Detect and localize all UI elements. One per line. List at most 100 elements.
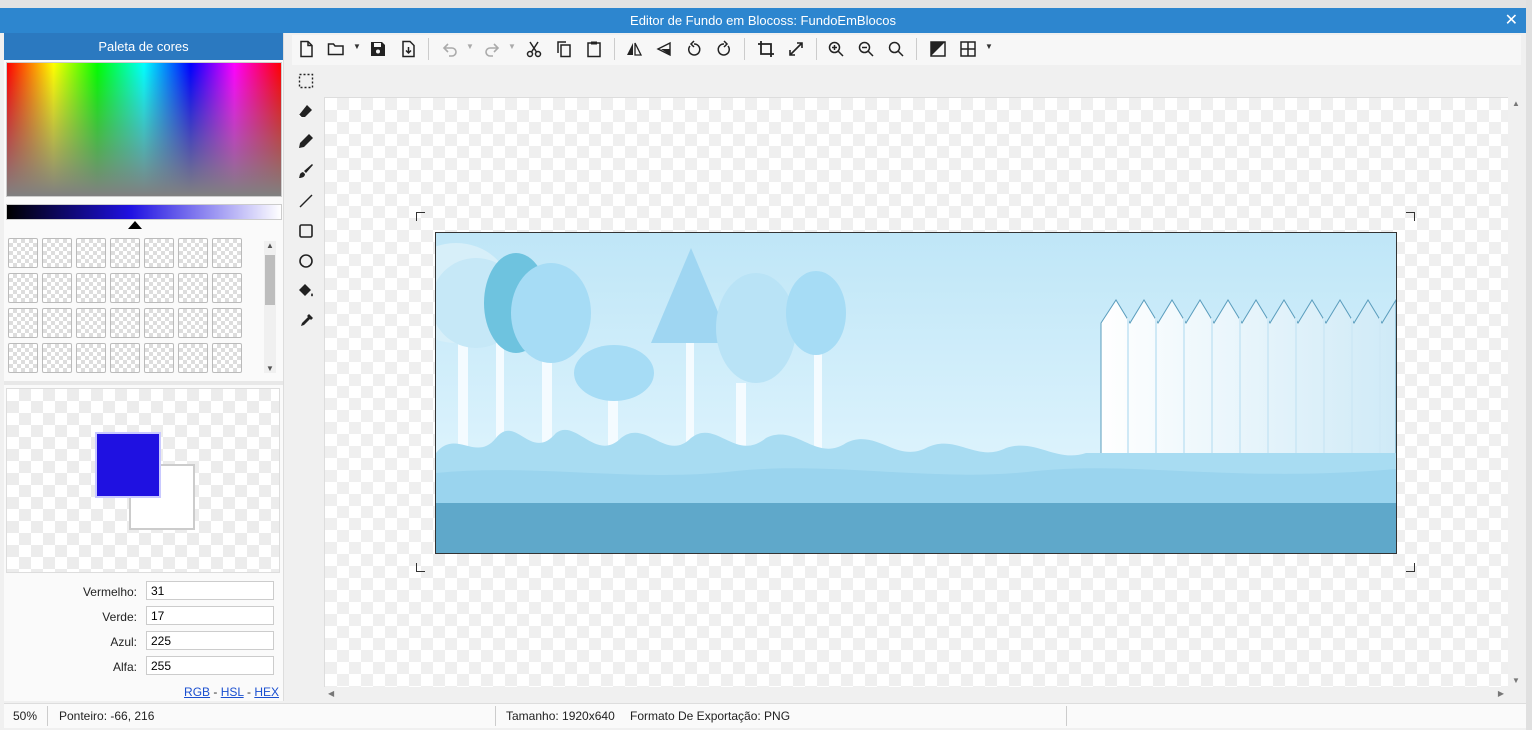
swatch[interactable]	[42, 238, 72, 268]
swatch[interactable]	[8, 238, 38, 268]
selection-corner[interactable]	[416, 212, 425, 221]
canvas-horizontal-scrollbar[interactable]: ◀ ▶	[324, 687, 1508, 701]
swatch[interactable]	[42, 308, 72, 338]
scroll-up-icon[interactable]: ▲	[264, 241, 276, 250]
color-spectrum[interactable]	[6, 62, 282, 197]
swatch[interactable]	[144, 343, 174, 373]
selection-corner[interactable]	[1406, 212, 1415, 221]
fill-bucket-icon[interactable]	[292, 277, 320, 305]
swatch[interactable]	[76, 273, 106, 303]
paste-icon[interactable]	[580, 35, 608, 63]
zoom-out-icon[interactable]	[852, 35, 880, 63]
rotate-left-icon[interactable]	[680, 35, 708, 63]
swatch[interactable]	[212, 238, 242, 268]
swatch[interactable]	[178, 238, 208, 268]
zoom-in-icon[interactable]	[822, 35, 850, 63]
swatch[interactable]	[76, 343, 106, 373]
scroll-up-icon[interactable]: ▲	[1512, 99, 1520, 108]
swatch[interactable]	[110, 308, 140, 338]
resize-icon[interactable]	[782, 35, 810, 63]
zoom-reset-icon[interactable]	[882, 35, 910, 63]
swatch[interactable]	[144, 308, 174, 338]
swatch[interactable]	[178, 308, 208, 338]
ellipse-icon[interactable]	[292, 247, 320, 275]
open-dropdown-icon[interactable]: ▼	[353, 42, 361, 51]
eraser-icon[interactable]	[292, 97, 320, 125]
image-size: Tamanho: 1920x640	[506, 709, 615, 723]
swatch[interactable]	[110, 273, 140, 303]
lightness-marker[interactable]	[128, 221, 142, 229]
window-titlebar: Editor de Fundo em Blocoss: FundoEmBloco…	[0, 8, 1526, 33]
background-image[interactable]	[435, 232, 1397, 554]
swatch[interactable]	[144, 238, 174, 268]
green-input[interactable]	[146, 606, 274, 625]
save-icon[interactable]	[364, 35, 392, 63]
hsl-link[interactable]: HSL	[221, 685, 244, 699]
undo-dropdown-icon[interactable]: ▼	[466, 42, 474, 51]
swatch[interactable]	[110, 343, 140, 373]
drawing-tools	[292, 65, 322, 335]
rectangle-icon[interactable]	[292, 217, 320, 245]
line-icon[interactable]	[292, 187, 320, 215]
swatch[interactable]	[76, 238, 106, 268]
selection-corner[interactable]	[416, 563, 425, 572]
swatch[interactable]	[42, 273, 72, 303]
flip-horizontal-icon[interactable]	[620, 35, 648, 63]
crop-icon[interactable]	[752, 35, 780, 63]
scroll-down-icon[interactable]: ▼	[1512, 676, 1520, 685]
mode-separator: -	[243, 685, 255, 699]
pencil-icon[interactable]	[292, 127, 320, 155]
swatch[interactable]	[8, 273, 38, 303]
close-icon[interactable]: ✕	[1505, 8, 1518, 33]
main-toolbar: ▼ ▼ ▼ ▼	[292, 35, 1521, 65]
red-input[interactable]	[146, 581, 274, 600]
swatch-scrollbar[interactable]: ▲ ▼	[264, 241, 276, 373]
brush-icon[interactable]	[292, 157, 320, 185]
redo-icon[interactable]	[478, 35, 506, 63]
color-toggle-icon[interactable]	[924, 35, 952, 63]
redo-dropdown-icon[interactable]: ▼	[508, 42, 516, 51]
scroll-right-icon[interactable]: ▶	[1498, 689, 1504, 698]
swatch[interactable]	[42, 343, 72, 373]
green-row: Verde:	[4, 606, 283, 628]
panel-divider	[4, 381, 283, 385]
copy-icon[interactable]	[550, 35, 578, 63]
status-separator	[495, 706, 496, 726]
swatch-grid	[8, 238, 264, 374]
scroll-left-icon[interactable]: ◀	[328, 689, 334, 698]
open-folder-icon[interactable]	[322, 35, 350, 63]
hex-link[interactable]: HEX	[254, 685, 279, 699]
swatch[interactable]	[144, 273, 174, 303]
rotate-right-icon[interactable]	[710, 35, 738, 63]
select-icon[interactable]	[292, 67, 320, 95]
scrollbar-thumb[interactable]	[265, 255, 275, 305]
blue-row: Azul:	[4, 631, 283, 653]
scroll-down-icon[interactable]: ▼	[264, 364, 276, 373]
swatch[interactable]	[8, 308, 38, 338]
swatch[interactable]	[212, 308, 242, 338]
undo-icon[interactable]	[436, 35, 464, 63]
rgb-link[interactable]: RGB	[184, 685, 210, 699]
blue-input[interactable]	[146, 631, 274, 650]
cut-icon[interactable]	[520, 35, 548, 63]
red-label: Vermelho:	[82, 585, 137, 599]
swatch[interactable]	[212, 343, 242, 373]
new-file-icon[interactable]	[292, 35, 320, 63]
swatch[interactable]	[178, 273, 208, 303]
alpha-input[interactable]	[146, 656, 274, 675]
eyedropper-icon[interactable]	[292, 307, 320, 335]
swatch[interactable]	[110, 238, 140, 268]
grid-dropdown-icon[interactable]: ▼	[985, 42, 993, 51]
lightness-slider[interactable]	[6, 204, 282, 220]
canvas-vertical-scrollbar[interactable]: ▲ ▼	[1508, 97, 1523, 687]
foreground-color-swatch[interactable]	[95, 432, 161, 498]
grid-icon[interactable]	[954, 35, 982, 63]
swatch[interactable]	[212, 273, 242, 303]
flip-vertical-icon[interactable]	[650, 35, 678, 63]
selection-corner[interactable]	[1406, 563, 1415, 572]
save-as-icon[interactable]	[394, 35, 422, 63]
swatch[interactable]	[178, 343, 208, 373]
swatch[interactable]	[76, 308, 106, 338]
alpha-row: Alfa:	[4, 656, 283, 678]
swatch[interactable]	[8, 343, 38, 373]
